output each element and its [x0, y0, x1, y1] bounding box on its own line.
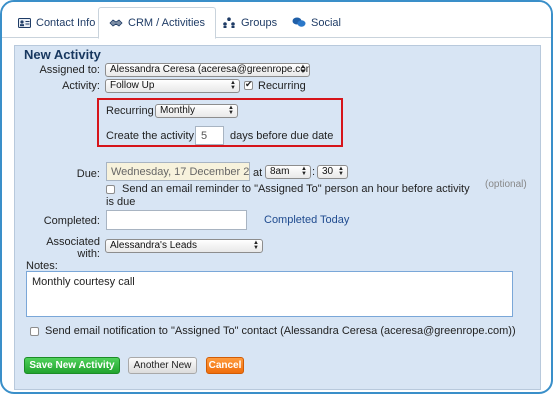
due-minute-value: 30	[322, 166, 334, 177]
completed-today-link[interactable]: Completed Today	[264, 214, 349, 226]
tab-label: Social	[311, 16, 341, 29]
cancel-button[interactable]: Cancel	[206, 357, 244, 374]
tab-bar: Contact Info CRM / Activities Groups Soc…	[2, 2, 551, 39]
tab-social[interactable]: Social	[282, 7, 351, 38]
email-reminder-label: Send an email reminder to "Assigned To" …	[106, 183, 470, 208]
due-hour-select[interactable]: 8am ▲ ▼	[265, 165, 311, 179]
tab-crm-activities[interactable]: CRM / Activities	[98, 7, 217, 39]
tab-label: CRM / Activities	[128, 17, 206, 29]
select-arrows-icon: ▲ ▼	[300, 64, 306, 75]
recurring-frequency-select[interactable]: Monthly ▲ ▼	[155, 104, 238, 118]
select-arrows-icon: ▲ ▼	[338, 166, 344, 177]
save-new-activity-button[interactable]: Save New Activity	[24, 357, 120, 374]
social-chat-icon	[292, 17, 306, 28]
dialog-frame: Contact Info CRM / Activities Groups Soc…	[0, 0, 553, 394]
associated-with-select[interactable]: Alessandra's Leads ▲ ▼	[105, 239, 263, 253]
select-arrows-icon: ▲ ▼	[230, 80, 236, 91]
notify-contact-checkbox[interactable]	[30, 327, 39, 336]
select-arrows-icon: ▲ ▼	[253, 240, 259, 251]
days-before-suffix: days before due date	[230, 130, 334, 142]
due-date-input[interactable]: Wednesday, 17 December 20	[106, 162, 250, 181]
optional-note: (optional)	[485, 179, 527, 190]
recurring-label: Recurring	[106, 105, 154, 117]
tab-contact-info[interactable]: Contact Info	[8, 7, 105, 38]
select-arrows-icon: ▲ ▼	[301, 166, 307, 177]
assigned-to-value: Alessandra Ceresa (aceresa@greenrope.com…	[110, 64, 310, 75]
time-separator: :	[312, 166, 316, 178]
activity-select[interactable]: Follow Up ▲ ▼	[105, 79, 240, 93]
associated-with-label: Associated with:	[46, 236, 100, 260]
activity-label: Activity:	[62, 80, 100, 92]
activity-value: Follow Up	[110, 80, 155, 91]
groups-icon	[222, 17, 236, 28]
handshake-icon	[109, 18, 123, 28]
due-minute-select[interactable]: 30 ▲ ▼	[317, 165, 348, 179]
assigned-to-select[interactable]: Alessandra Ceresa (aceresa@greenrope.com…	[105, 63, 310, 77]
select-arrows-icon: ▲ ▼	[228, 105, 234, 116]
contact-card-icon	[18, 17, 31, 28]
recurring-frequency-value: Monthly	[160, 105, 196, 116]
recurring-checkbox-label: Recurring	[258, 80, 306, 92]
at-label: at	[253, 167, 263, 179]
days-before-input[interactable]: 5	[195, 126, 224, 145]
notify-contact-label: Send email notification to "Assigned To"…	[45, 325, 516, 337]
another-new-button[interactable]: Another New	[128, 357, 197, 374]
recurring-checkbox[interactable]	[244, 79, 253, 90]
associated-with-value: Alessandra's Leads	[110, 240, 197, 251]
completed-date-input[interactable]	[106, 210, 247, 230]
form-title: New Activity	[24, 47, 101, 62]
create-activity-label: Create the activity	[106, 130, 195, 142]
tab-groups[interactable]: Groups	[212, 7, 287, 38]
notes-textarea[interactable]: Monthly courtesy call	[26, 271, 513, 317]
completed-label: Completed:	[43, 215, 100, 227]
due-label: Due:	[76, 168, 100, 180]
due-hour-value: 8am	[270, 166, 290, 177]
tab-label: Groups	[241, 16, 278, 29]
assigned-to-label: Assigned to:	[39, 64, 100, 76]
tab-label: Contact Info	[36, 16, 96, 29]
